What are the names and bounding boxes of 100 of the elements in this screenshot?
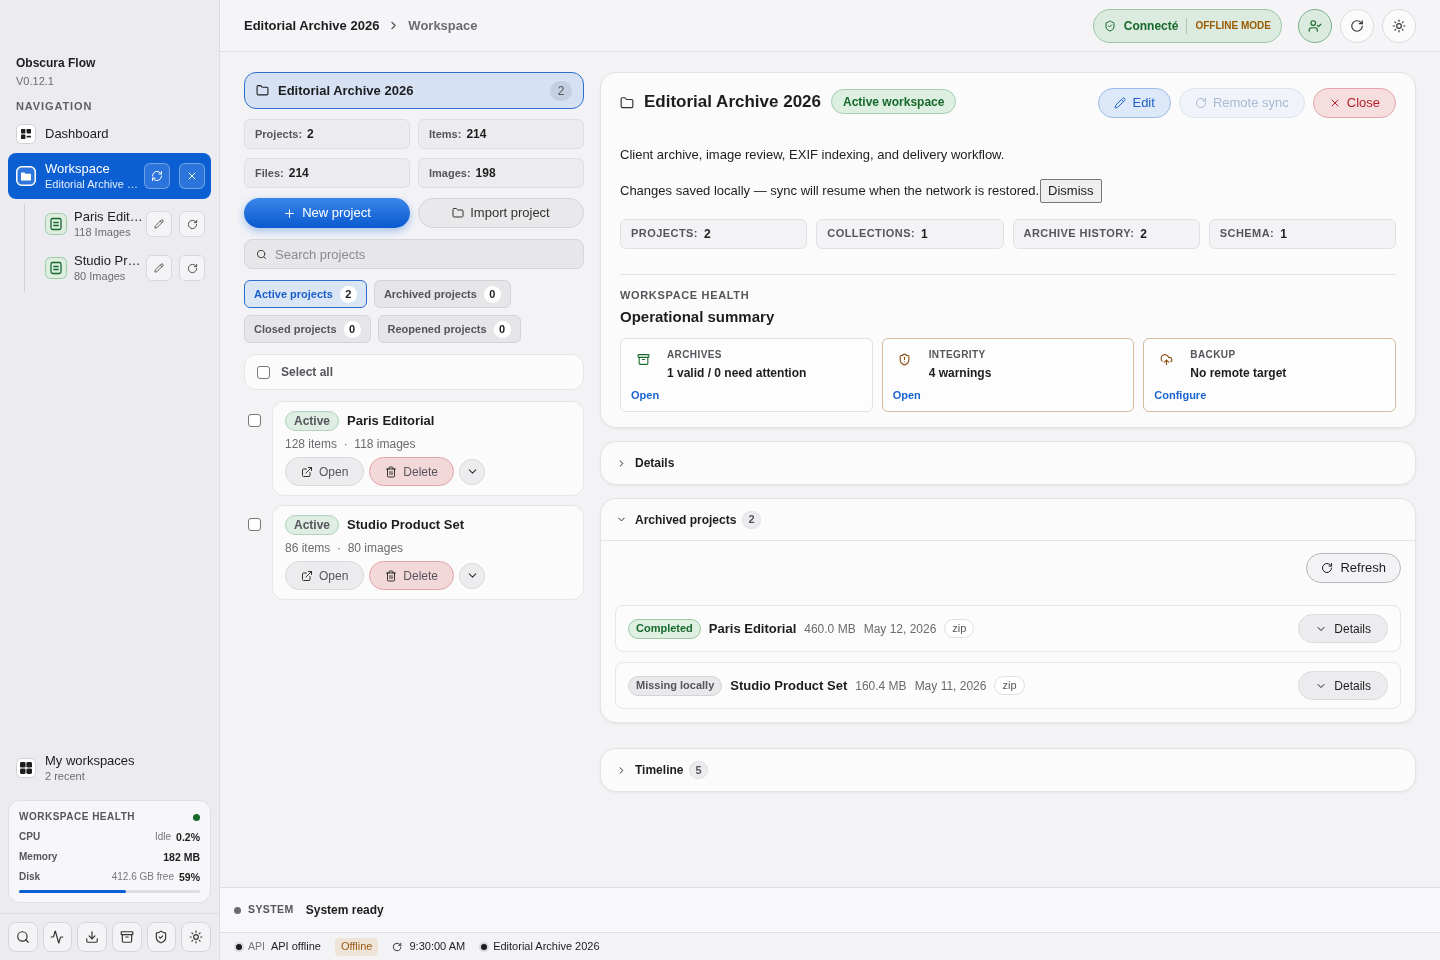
project-link[interactable]: Paris Edit…: [74, 208, 143, 225]
settings-tool-button[interactable]: [181, 922, 211, 952]
refresh-icon: [151, 170, 163, 182]
app-name: Obscura Flow: [16, 56, 97, 71]
breadcrumb-link[interactable]: Workspace: [408, 15, 478, 36]
close-button[interactable]: Close: [1312, 88, 1396, 118]
count-pill: 5: [689, 761, 708, 779]
checkbox[interactable]: [257, 365, 270, 379]
breadcrumb-link[interactable]: Editorial Archive 2026: [244, 15, 380, 36]
search-field[interactable]: Search projects: [244, 239, 584, 269]
health-link[interactable]: Open: [892, 386, 921, 403]
refresh-button[interactable]: [179, 211, 205, 237]
folder-icon: [620, 96, 634, 111]
cloud-upload-icon: [1159, 352, 1173, 366]
section-toggle[interactable]: Timeline: [616, 761, 684, 779]
health-link[interactable]: Configure: [1154, 386, 1207, 403]
download-tool-button[interactable]: [77, 922, 107, 952]
details-button[interactable]: Details: [1298, 614, 1388, 643]
activity-tool-button[interactable]: [42, 922, 73, 952]
trash-icon: [385, 569, 398, 582]
edit-button[interactable]: [146, 211, 172, 237]
nav-item[interactable]: Dashboard: [8, 119, 211, 149]
status-value: Editorial Archive 2026: [493, 939, 600, 955]
user-check-icon: [1308, 18, 1322, 33]
refresh-button[interactable]: Refresh: [1306, 553, 1401, 583]
count-pill: 0: [493, 320, 511, 338]
project-meta: 128 items · 118 images: [285, 436, 416, 453]
connection-label: Connecté: [1123, 17, 1179, 35]
refresh-button[interactable]: [1340, 8, 1374, 43]
health-title: WORKSPACE HEALTH: [19, 810, 135, 824]
open-button[interactable]: Open: [285, 457, 365, 486]
archive-name: Studio Product Set: [730, 676, 848, 695]
archive-size: 160.4 MB: [855, 677, 907, 695]
refresh-icon: [1194, 97, 1207, 109]
checkbox[interactable]: [248, 414, 261, 427]
stat-value: 2: [1140, 225, 1147, 243]
stat-label: Items:: [429, 126, 462, 142]
select-all-label[interactable]: Select all: [281, 363, 334, 381]
filter-tab[interactable]: Archived projects 0: [373, 280, 511, 308]
edit-button[interactable]: Edit: [1098, 88, 1171, 118]
image-count: 118 Images: [74, 224, 131, 240]
workspace-header[interactable]: Editorial Archive 2026 2: [244, 72, 584, 109]
recent-label[interactable]: My workspaces: [45, 752, 135, 769]
filter-tab[interactable]: Closed projects 0: [244, 315, 371, 343]
stat-value: 198: [475, 165, 496, 182]
stat-label: ARCHIVE HISTORY:: [1023, 226, 1135, 242]
section-label: NAVIGATION: [16, 99, 94, 113]
archive-date: May 11, 2026: [914, 677, 987, 695]
count-pill: 0: [483, 285, 501, 303]
project-name: Studio Product Set: [347, 516, 465, 535]
delete-button[interactable]: Delete: [369, 561, 455, 590]
details-button[interactable]: Details: [1298, 671, 1388, 700]
delete-button[interactable]: Delete: [369, 457, 455, 486]
health-value: 4 warnings: [928, 364, 992, 382]
project-link[interactable]: Studio Pr…: [74, 252, 141, 269]
stat-label: SCHEMA:: [1219, 226, 1275, 242]
format-tag: zip: [994, 676, 1025, 695]
folder-icon: [452, 207, 465, 219]
archive-date: May 12, 2026: [863, 620, 937, 638]
shield-alert-icon: [898, 352, 912, 366]
settings-button[interactable]: [1382, 8, 1416, 43]
count-pill: 0: [343, 320, 361, 338]
pencil-icon: [154, 263, 164, 273]
refresh-icon: [392, 941, 403, 952]
refresh-button[interactable]: [179, 255, 205, 281]
search-tool-button[interactable]: [8, 922, 38, 952]
pulse-icon: [50, 930, 65, 944]
section-toggle[interactable]: Archived projects: [616, 510, 737, 529]
stat-label: Images:: [429, 165, 471, 181]
document-icon: [45, 257, 67, 279]
status-time: 9:30:00 AM: [409, 939, 466, 955]
project-name: Paris Editorial: [347, 412, 435, 431]
import-project-button[interactable]: Import project: [418, 198, 584, 228]
filter-tab[interactable]: Reopened projects 0: [377, 315, 521, 343]
new-project-button[interactable]: New project: [244, 198, 410, 228]
metric-label: Memory: [19, 850, 58, 864]
health-link[interactable]: Open: [631, 386, 660, 403]
archive-tool-button[interactable]: [112, 922, 142, 952]
refresh-icon: [186, 262, 198, 274]
folder-icon: [16, 166, 36, 186]
dismiss-button[interactable]: Dismiss: [1040, 178, 1102, 203]
edit-button[interactable]: [146, 255, 172, 281]
mode-label: OFFLINE MODE: [1195, 19, 1271, 33]
section-toggle[interactable]: Details: [616, 454, 675, 472]
workspace-nav-item[interactable]: Workspace Editorial Archive …: [8, 153, 211, 199]
status-badge: Offline: [334, 937, 379, 956]
account-button[interactable]: [1298, 8, 1332, 43]
download-icon: [85, 930, 100, 944]
status-badge: Completed: [628, 618, 701, 639]
close-button[interactable]: [179, 163, 205, 189]
count-pill: 2: [339, 285, 357, 303]
stat-value: 214: [466, 126, 487, 143]
open-button[interactable]: Open: [285, 561, 365, 590]
health-label: ARCHIVES: [667, 347, 722, 362]
shield-tool-button[interactable]: [146, 922, 177, 952]
grid-icon: [16, 758, 36, 778]
search-icon: [15, 930, 30, 944]
filter-tab[interactable]: Active projects 2: [244, 280, 367, 308]
checkbox[interactable]: [248, 518, 261, 531]
sync-button[interactable]: [144, 163, 170, 189]
